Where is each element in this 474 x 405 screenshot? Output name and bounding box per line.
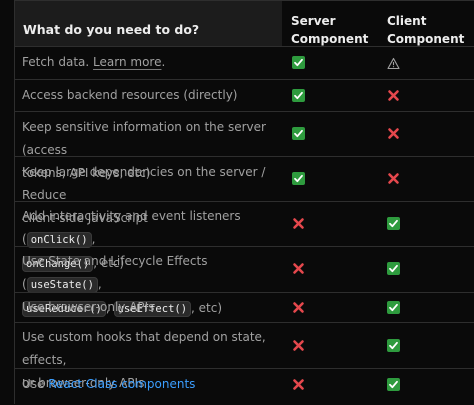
cross-icon [292, 339, 305, 352]
cross-icon [292, 378, 305, 391]
header-client-component: Client Component [387, 14, 465, 46]
cross-icon [292, 217, 305, 230]
warning-icon [387, 57, 400, 70]
cross-icon [387, 89, 400, 102]
check-icon [292, 172, 305, 185]
table-row: Keep large dependencies on the server / … [15, 156, 474, 225]
check-icon [387, 339, 400, 352]
table-header: What do you need to do? Server Component… [15, 1, 474, 46]
table-row: Keep sensitive information on the server… [15, 111, 474, 180]
check-icon [387, 217, 400, 230]
row-label: Access backend resources (directly) [22, 88, 238, 102]
table-row: Use State and Lifecycle Effects (useStat… [15, 246, 474, 317]
cross-icon [292, 262, 305, 275]
header-server-component: Server Component [291, 14, 369, 46]
header-question: What do you need to do? [23, 22, 200, 37]
table-row: Add interactivity and event listeners (o… [15, 201, 474, 272]
cross-icon [387, 127, 400, 140]
comparison-table: What do you need to do? Server Component… [14, 0, 474, 404]
check-icon [292, 89, 305, 102]
learn-more-link[interactable]: Learn more [93, 55, 161, 69]
cross-icon [387, 172, 400, 185]
cross-icon [292, 301, 305, 314]
check-icon [387, 262, 400, 275]
table-row: Use custom hooks that depend on state, e… [15, 322, 474, 390]
check-icon [387, 378, 400, 391]
table-row: Access backend resources (directly) [15, 79, 474, 111]
row-label: Use React Class components [22, 377, 196, 391]
check-icon [292, 56, 305, 69]
check-icon [387, 301, 400, 314]
table-row: Use browser-only APIs [15, 292, 474, 322]
code-usestate: useState() [26, 277, 98, 293]
react-class-components-link[interactable]: React Class components [48, 377, 195, 391]
check-icon [292, 127, 305, 140]
table-row: Fetch data. Learn more. [15, 46, 474, 79]
row-label: Fetch data. Learn more. [22, 55, 166, 69]
table-row: Use React Class components [15, 368, 474, 405]
row-label: Use browser-only APIs [22, 300, 155, 314]
header-question-cell: What do you need to do? [15, 1, 282, 46]
